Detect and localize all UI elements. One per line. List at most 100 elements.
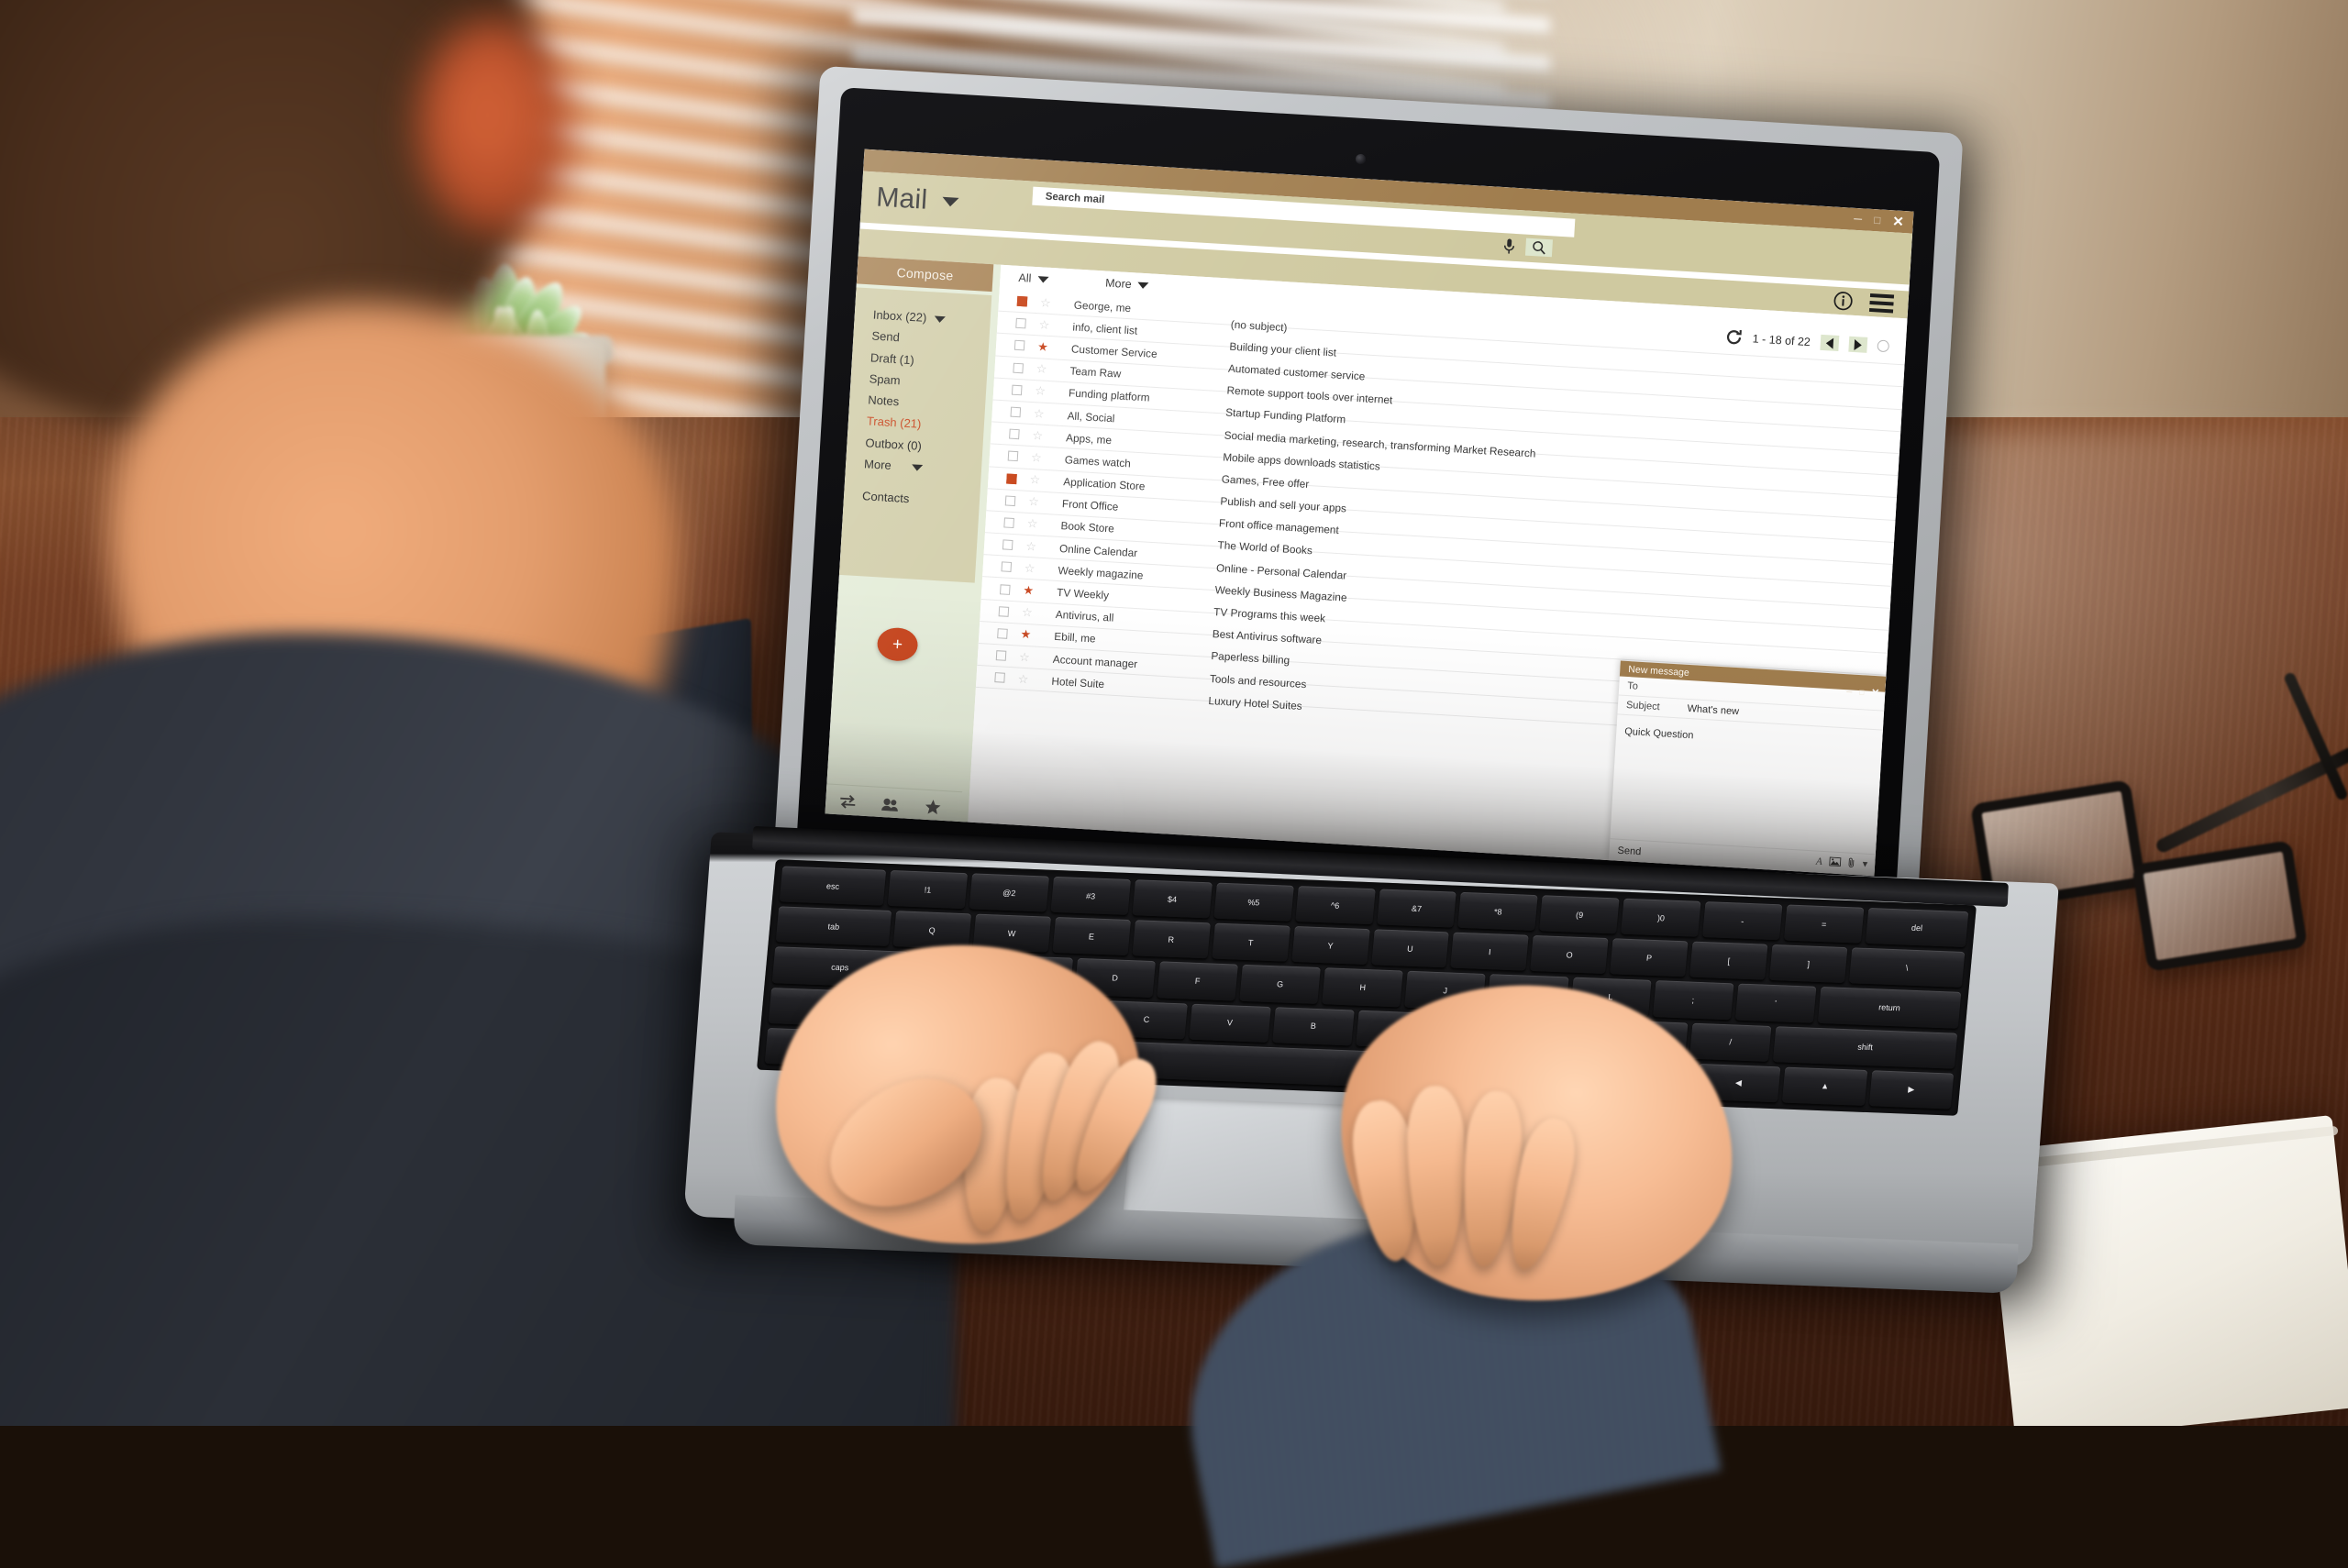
row-checkbox[interactable] bbox=[1009, 429, 1020, 440]
keyboard-key[interactable]: U bbox=[1371, 929, 1449, 967]
keyboard-key[interactable]: F bbox=[1157, 962, 1238, 1000]
row-checkbox[interactable] bbox=[996, 650, 1007, 661]
microphone-icon[interactable] bbox=[1501, 237, 1517, 255]
row-checkbox[interactable] bbox=[1005, 495, 1016, 506]
keyboard-key[interactable]: Q bbox=[893, 911, 971, 949]
contacts-people-icon[interactable] bbox=[880, 796, 902, 812]
sidebar-item-spam[interactable]: Spam bbox=[869, 372, 987, 392]
keyboard-key[interactable]: / bbox=[1689, 1022, 1772, 1061]
star-icon[interactable]: ☆ bbox=[1031, 361, 1052, 377]
keyboard-key[interactable]: ; bbox=[1653, 980, 1734, 1019]
sidebar-item-draft[interactable]: Draft (1) bbox=[870, 351, 989, 371]
row-checkbox[interactable] bbox=[1000, 584, 1011, 595]
row-checkbox[interactable] bbox=[1017, 296, 1028, 307]
row-checkbox[interactable] bbox=[1015, 318, 1026, 329]
send-button[interactable]: Send bbox=[1617, 845, 1641, 857]
keyboard-key[interactable]: *8 bbox=[1458, 892, 1538, 931]
star-icon[interactable]: ★ bbox=[1015, 627, 1036, 643]
star-icon[interactable]: ☆ bbox=[1024, 494, 1045, 510]
star-icon[interactable]: ☆ bbox=[1016, 605, 1037, 621]
row-checkbox[interactable] bbox=[1001, 562, 1012, 573]
keyboard-key[interactable]: ’ bbox=[1735, 984, 1817, 1022]
keyboard-key[interactable]: G bbox=[1239, 965, 1321, 1003]
search-button[interactable] bbox=[1525, 238, 1553, 258]
row-checkbox[interactable] bbox=[1006, 473, 1017, 484]
keyboard-key[interactable]: T bbox=[1212, 923, 1290, 962]
row-checkbox[interactable] bbox=[1011, 407, 1022, 418]
chevron-down-icon[interactable] bbox=[934, 315, 945, 323]
star-icon[interactable]: ☆ bbox=[1021, 538, 1042, 554]
keyboard-key[interactable]: %5 bbox=[1213, 883, 1293, 922]
keyboard-key[interactable]: tab bbox=[776, 907, 892, 947]
star-icon[interactable]: ☆ bbox=[1034, 317, 1055, 333]
sidebar-item-more[interactable]: More bbox=[864, 458, 982, 478]
compose-maximize-button[interactable]: ◻ bbox=[1858, 688, 1865, 696]
compose-minimize-button[interactable]: – bbox=[1846, 686, 1853, 697]
attach-file-icon[interactable] bbox=[1848, 857, 1855, 871]
keyboard-key[interactable]: @2 bbox=[969, 873, 1049, 911]
star-icon[interactable]: ☆ bbox=[1014, 649, 1036, 665]
star-icon[interactable]: ☆ bbox=[1025, 450, 1047, 466]
window-maximize-button[interactable]: ◻ bbox=[1873, 215, 1882, 226]
transfer-icon[interactable] bbox=[838, 793, 858, 810]
star-icon[interactable]: ☆ bbox=[1035, 295, 1056, 311]
keyboard-key[interactable]: $4 bbox=[1132, 879, 1212, 918]
keyboard-key[interactable]: V bbox=[1189, 1003, 1271, 1042]
row-checkbox[interactable] bbox=[1008, 451, 1019, 462]
keyboard-key[interactable]: E bbox=[1052, 917, 1130, 955]
star-icon[interactable]: ☆ bbox=[1013, 671, 1034, 687]
compose-body-textarea[interactable]: Quick Question bbox=[1610, 714, 1882, 854]
star-icon[interactable]: ★ bbox=[1018, 582, 1039, 598]
keyboard-key[interactable]: - bbox=[1702, 901, 1782, 940]
star-icon[interactable]: ☆ bbox=[1030, 383, 1051, 399]
keyboard-key[interactable]: R bbox=[1132, 920, 1210, 958]
star-icon[interactable]: ★ bbox=[1033, 339, 1054, 355]
chevron-down-icon[interactable] bbox=[942, 197, 959, 207]
more-options-icon[interactable]: ▾ bbox=[1862, 860, 1867, 870]
keyboard-key[interactable]: P bbox=[1610, 938, 1688, 977]
row-checkbox[interactable] bbox=[1002, 540, 1013, 551]
add-new-button[interactable]: + bbox=[877, 626, 919, 662]
more-actions-dropdown[interactable]: More bbox=[1105, 277, 1149, 293]
font-format-icon[interactable]: A bbox=[1816, 857, 1822, 867]
keyboard-key[interactable]: return bbox=[1818, 987, 1962, 1028]
keyboard-key[interactable]: ▶ bbox=[1868, 1070, 1954, 1110]
compose-close-button[interactable]: ✕ bbox=[1871, 687, 1880, 700]
hamburger-menu-icon[interactable] bbox=[1869, 293, 1894, 314]
star-icon[interactable]: ☆ bbox=[1027, 427, 1048, 443]
keyboard-key[interactable]: (9 bbox=[1539, 895, 1619, 933]
keyboard-key[interactable]: !1 bbox=[888, 870, 968, 909]
row-checkbox[interactable] bbox=[1014, 340, 1025, 351]
window-close-button[interactable]: ✕ bbox=[1892, 215, 1904, 229]
keyboard-key[interactable]: shift bbox=[1773, 1026, 1957, 1069]
sidebar-item-notes[interactable]: Notes bbox=[868, 394, 986, 414]
keyboard-key[interactable]: = bbox=[1784, 905, 1864, 944]
star-icon[interactable]: ☆ bbox=[1028, 405, 1049, 421]
info-circle-icon[interactable] bbox=[1833, 291, 1854, 312]
keyboard-key[interactable]: I bbox=[1451, 933, 1529, 971]
keyboard-key[interactable]: ^6 bbox=[1295, 886, 1375, 924]
sidebar-item-inbox[interactable]: Inbox (22) bbox=[872, 309, 991, 329]
keyboard-key[interactable]: del bbox=[1866, 908, 1969, 947]
keyboard-key[interactable]: ▲ bbox=[1782, 1066, 1867, 1106]
sidebar-item-send[interactable]: Send bbox=[871, 330, 990, 350]
window-minimize-button[interactable]: – bbox=[1854, 212, 1863, 227]
keyboard-key[interactable]: B bbox=[1272, 1007, 1355, 1045]
keyboard-key[interactable]: )0 bbox=[1621, 899, 1700, 937]
keyboard-key[interactable]: [ bbox=[1689, 942, 1767, 980]
keyboard-key[interactable]: H bbox=[1322, 968, 1403, 1007]
row-checkbox[interactable] bbox=[999, 606, 1010, 617]
row-checkbox[interactable] bbox=[1013, 362, 1024, 373]
keyboard-key[interactable]: \ bbox=[1849, 947, 1965, 988]
keyboard-key[interactable]: Y bbox=[1291, 926, 1369, 965]
keyboard-key[interactable]: ] bbox=[1769, 944, 1847, 983]
star-icon[interactable] bbox=[925, 799, 942, 815]
insert-image-icon[interactable] bbox=[1829, 856, 1842, 869]
keyboard-key[interactable]: esc bbox=[780, 866, 887, 905]
chevron-down-icon[interactable] bbox=[911, 464, 922, 471]
row-checkbox[interactable] bbox=[994, 672, 1005, 683]
row-checkbox[interactable] bbox=[1012, 385, 1023, 396]
sidebar-item-trash[interactable]: Trash (21) bbox=[866, 415, 984, 436]
star-icon[interactable]: ☆ bbox=[1024, 472, 1046, 488]
keyboard-key[interactable]: #3 bbox=[1051, 877, 1131, 915]
